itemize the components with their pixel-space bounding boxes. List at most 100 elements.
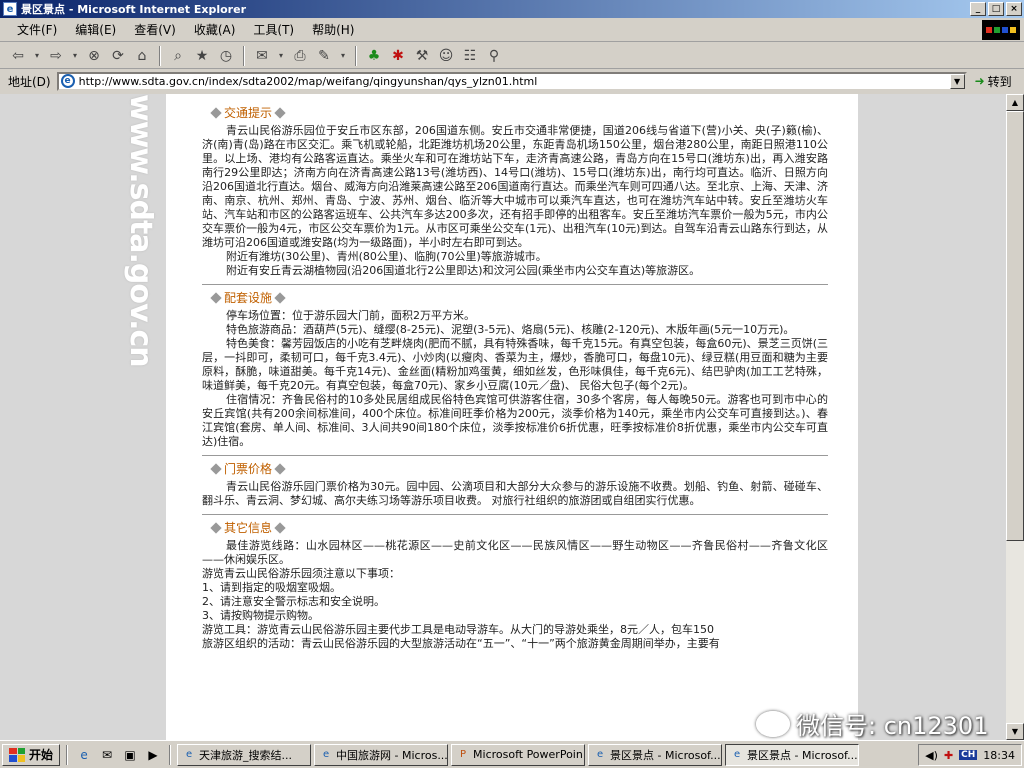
divider [202, 455, 828, 456]
address-dropdown-icon[interactable]: ▼ [949, 73, 965, 89]
edit-icon[interactable]: ✎ [314, 46, 334, 66]
toolbar-separator [243, 45, 245, 66]
browser-viewport: www.sdta.gov.cn 交通提示 青云山民俗游乐园位于安丘市区东部，20… [0, 94, 1006, 740]
scroll-down-icon[interactable]: ▼ [1006, 723, 1024, 740]
windows-logo-icon [982, 20, 1020, 40]
back-dropdown-icon[interactable]: ▾ [32, 46, 42, 66]
refresh-icon[interactable]: ⟳ [108, 46, 128, 66]
task-label: Microsoft PowerPoin... [473, 748, 586, 761]
route-paragraph: 最佳游览线路：山水园林区——桃花源区——史前文化区——民族风情区——野生动物区—… [202, 539, 828, 566]
menu-view[interactable]: 查看(V) [125, 19, 185, 40]
mail-icon[interactable]: ✉ [252, 46, 272, 66]
ie-icon: e [3, 2, 17, 16]
bullet-icon [210, 463, 222, 475]
task-button[interactable]: e 景区景点 - Microsof... [588, 743, 723, 766]
vertical-scrollbar[interactable]: ▲ ▼ [1006, 94, 1024, 740]
stop-icon[interactable]: ⊗ [84, 46, 104, 66]
tools-icon[interactable]: ⚒ [412, 46, 432, 66]
traffic-nearby-areas: 附近有安丘青云湖植物园(沿206国道北行2公里即达)和汶河公园(乘坐市内公交车直… [226, 264, 701, 277]
history-icon[interactable]: ◷ [216, 46, 236, 66]
section-title-text: 配套设施 [224, 291, 273, 305]
bullet-icon [210, 522, 222, 534]
task-button[interactable]: P Microsoft PowerPoin... [451, 743, 586, 766]
menu-help[interactable]: 帮助(H) [303, 19, 363, 40]
section-title-text: 门票价格 [224, 462, 273, 476]
security-shield-icon[interactable]: ✚ [944, 749, 953, 762]
plugin-icon[interactable]: ♣ [364, 46, 384, 66]
volume-icon[interactable]: ◀) [925, 749, 938, 762]
messenger-icon[interactable]: ☺ [436, 46, 456, 66]
go-button[interactable]: ➜ 转到 [975, 73, 1012, 90]
bullet-icon [274, 522, 286, 534]
divider [202, 514, 828, 515]
traffic-nearby-cities: 附近有潍坊(30公里)、青州(80公里)、临朐(70公里)等旅游城市。 [226, 250, 547, 263]
maximize-button[interactable]: □ [988, 2, 1004, 16]
windows-flag-icon [9, 747, 25, 762]
menu-favorites[interactable]: 收藏(A) [185, 19, 245, 40]
menu-file[interactable]: 文件(F) [8, 19, 66, 40]
task-button[interactable]: e 天津旅游_搜索结... [177, 743, 312, 766]
start-button[interactable]: 开始 [2, 743, 61, 766]
close-button[interactable]: × [1006, 2, 1022, 16]
powerpoint-icon: P [460, 749, 467, 760]
notice-item: 2、请注意安全警示标志和安全说明。 [202, 595, 385, 608]
media-quicklaunch-icon[interactable]: ▶ [143, 745, 163, 765]
bullet-icon [274, 292, 286, 304]
task-label: 景区景点 - Microsof... [747, 748, 858, 762]
forward-dropdown-icon[interactable]: ▾ [70, 46, 80, 66]
forward-arrow-icon[interactable]: ⇨ [46, 46, 66, 66]
search-icon[interactable]: ⌕ [168, 46, 188, 66]
wechat-text: 微信号: cn12301 [796, 712, 989, 740]
section-title-text: 交通提示 [224, 106, 273, 120]
bullet-icon [210, 107, 222, 119]
task-label: 中国旅游网 - Micros... [336, 748, 448, 762]
menu-tools[interactable]: 工具(T) [244, 19, 303, 40]
food-paragraph: 特色美食：馨芳园饭店的小吃有芝畔烧肉(肥而不腻，具有特殊香味，每千克15元。有真… [202, 337, 828, 392]
toolbar-separator [355, 45, 357, 66]
scroll-up-icon[interactable]: ▲ [1006, 94, 1024, 111]
ie-icon: e [596, 749, 604, 760]
task-button[interactable]: e 中国旅游网 - Micros... [314, 743, 449, 766]
parking-paragraph: 停车场位置：位于游乐园大门前，面积2万平方米。 [226, 309, 475, 322]
scrollbar-thumb[interactable] [1006, 111, 1024, 541]
ime-indicator[interactable]: CH [959, 750, 978, 760]
tickets-paragraph: 青云山民俗游乐园门票价格为30元。园中园、公滴项目和大部分大众参与的游乐设施不收… [202, 480, 828, 507]
divider [202, 284, 828, 285]
ie-icon: e [185, 749, 193, 760]
minimize-button[interactable]: _ [970, 2, 986, 16]
menu-edit[interactable]: 编辑(E) [66, 19, 125, 40]
ie-icon: e [733, 749, 741, 760]
page-icon: e [60, 74, 75, 88]
toolbar-separator [159, 45, 161, 66]
ie-quicklaunch-icon[interactable]: e [74, 745, 94, 765]
address-input[interactable]: e http://www.sdta.gov.cn/index/sdta2002/… [56, 71, 967, 91]
desktop-quicklaunch-icon[interactable]: ▣ [120, 745, 140, 765]
outlook-quicklaunch-icon[interactable]: ✉ [97, 745, 117, 765]
edit-dropdown-icon[interactable]: ▾ [338, 46, 348, 66]
back-arrow-icon[interactable]: ⇦ [8, 46, 28, 66]
mail-dropdown-icon[interactable]: ▾ [276, 46, 286, 66]
section-title-tickets: 门票价格 [210, 462, 828, 476]
notice-item: 1、请到指定的吸烟室吸烟。 [202, 581, 341, 594]
task-label: 天津旅游_搜索结... [199, 748, 293, 762]
address-bar: 地址(D) e http://www.sdta.gov.cn/index/sdt… [0, 70, 1024, 92]
task-button-active[interactable]: e 景区景点 - Microsof... [725, 743, 860, 766]
section-title-facilities: 配套设施 [210, 291, 828, 305]
start-label: 开始 [29, 748, 54, 762]
clock[interactable]: 18:34 [983, 749, 1015, 762]
home-icon[interactable]: ⌂ [132, 46, 152, 66]
virus-scan-icon[interactable]: ✱ [388, 46, 408, 66]
window-title: 景区景点 - Microsoft Internet Explorer [21, 3, 246, 16]
section-title-traffic: 交通提示 [210, 106, 828, 120]
taskbar-separator [169, 744, 172, 765]
task-label: 景区景点 - Microsof... [610, 748, 721, 762]
bullet-icon [274, 107, 286, 119]
title-bar: e 景区景点 - Microsoft Internet Explorer _ □… [0, 0, 1024, 18]
research-icon[interactable]: ⚲ [484, 46, 504, 66]
notice-item: 3、请按购物提示购物。 [202, 609, 319, 622]
discuss-icon[interactable]: ☷ [460, 46, 480, 66]
section-title-other: 其它信息 [210, 521, 828, 535]
menu-bar: 文件(F) 编辑(E) 查看(V) 收藏(A) 工具(T) 帮助(H) [0, 18, 1024, 42]
favorites-icon[interactable]: ★ [192, 46, 212, 66]
print-icon[interactable]: ⎙ [290, 46, 310, 66]
